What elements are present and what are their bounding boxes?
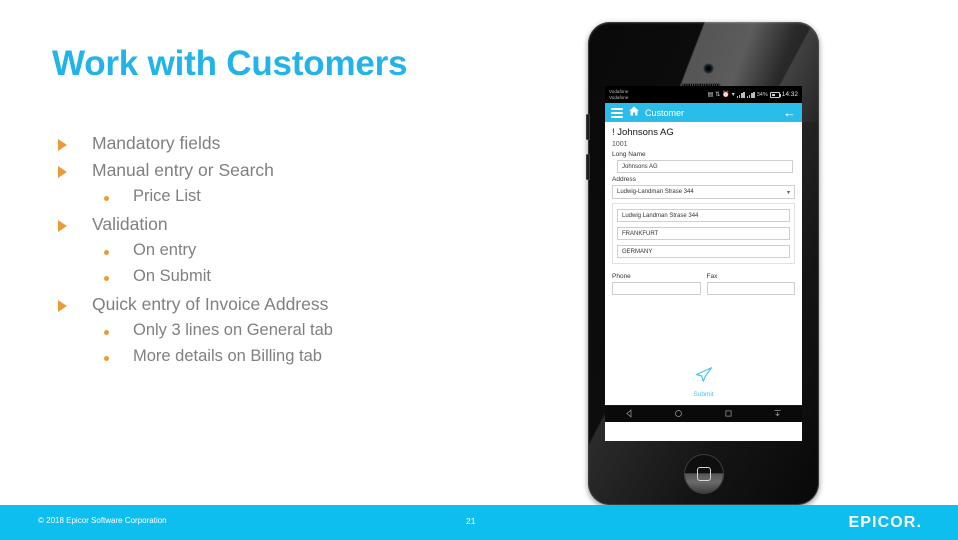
phone-mockup: Vodafone Vodafone ▤ ⇅ ⏰ ▾ 34% 14:32 Cust… xyxy=(586,22,819,505)
list-item: Price List xyxy=(52,187,552,206)
slide: Work with Customers Mandatory fields Man… xyxy=(0,0,958,540)
list-item: Manual entry or Search xyxy=(52,160,552,181)
epicor-logo-dot: . xyxy=(916,514,922,531)
list-item-label: Price List xyxy=(133,187,201,206)
status-indicators: ▤ ⇅ ⏰ ▾ 34% 14:32 xyxy=(708,91,798,98)
app-bar: Customer ← xyxy=(605,103,802,122)
wifi-icon: ▾ xyxy=(731,92,735,98)
signal-bars-2-icon xyxy=(746,91,755,98)
alarm-icon: ⏰ xyxy=(722,92,730,98)
phone-screen: Vodafone Vodafone ▤ ⇅ ⏰ ▾ 34% 14:32 Cust… xyxy=(605,86,802,441)
bullet-list: Mandatory fields Manual entry or Search … xyxy=(52,133,552,374)
triangle-bullet-icon xyxy=(58,139,67,151)
list-item-label: Quick entry of Invoice Address xyxy=(92,293,329,314)
nav-hide-keyboard-icon[interactable] xyxy=(773,405,782,423)
house-icon[interactable] xyxy=(628,104,640,122)
address-select[interactable]: Ludwig-Landman Strase 344 ▾ xyxy=(612,185,795,199)
address-select-value: Ludwig-Landman Strase 344 xyxy=(617,189,694,195)
submit-label: Submit xyxy=(693,391,714,398)
dot-bullet-icon xyxy=(104,276,109,282)
phone-input[interactable] xyxy=(612,282,701,295)
phone-fax-row: Phone Fax xyxy=(612,270,795,297)
list-item-label: Mandatory fields xyxy=(92,133,221,153)
nav-recents-icon[interactable] xyxy=(724,405,733,423)
hamburger-icon[interactable] xyxy=(611,107,623,118)
fax-label: Fax xyxy=(706,273,718,280)
list-item: On entry xyxy=(52,241,552,260)
phone-field-group: Phone xyxy=(612,270,701,297)
paper-plane-icon xyxy=(695,367,712,382)
footer-bar: © 2018 Epicor Software Corporation 21 EP… xyxy=(0,505,958,540)
dot-bullet-icon xyxy=(104,249,109,255)
list-item-label: More details on Billing tab xyxy=(133,347,322,366)
volume-down-button[interactable] xyxy=(586,154,590,180)
long-name-label: Long Name xyxy=(612,151,646,158)
address-lines-group: Ludwig Landman Strase 344 FRANKFURT GERM… xyxy=(612,203,795,264)
list-item: More details on Billing tab xyxy=(52,347,552,366)
fax-field-group: Fax xyxy=(706,270,795,297)
epicor-logo: EPICOR. xyxy=(849,514,923,532)
address-label: Address xyxy=(612,176,636,183)
clock-label: 14:32 xyxy=(781,91,798,98)
android-nav-bar xyxy=(605,405,802,422)
list-item-label: Manual entry or Search xyxy=(92,160,274,181)
sim-icon: ▤ xyxy=(707,92,714,98)
back-arrow-icon[interactable]: ← xyxy=(783,106,796,119)
home-square-icon xyxy=(696,467,711,481)
list-item-label: On Submit xyxy=(133,267,211,286)
triangle-bullet-icon xyxy=(58,219,67,232)
nav-home-icon[interactable] xyxy=(674,405,683,423)
epicor-logo-text: EPICOR xyxy=(848,514,917,531)
battery-percent-label: 34% xyxy=(756,91,768,98)
customer-id-label: 1001 xyxy=(612,141,628,148)
copyright-label: © 2018 Epicor Software Corporation xyxy=(38,516,167,525)
triangle-bullet-icon xyxy=(58,299,67,312)
signal-bars-1-icon xyxy=(736,91,745,98)
page-title: Work with Customers xyxy=(52,44,408,83)
usb-icon: ⇅ xyxy=(715,92,721,98)
list-item: Validation xyxy=(52,214,552,235)
address-line2-input[interactable]: FRANKFURT xyxy=(617,227,790,240)
dot-bullet-icon xyxy=(104,329,109,335)
battery-icon xyxy=(769,91,782,98)
customer-form: ! Johnsons AG 1001 Long Name Johnsons AG… xyxy=(605,122,802,405)
carrier-label: Vodafone Vodafone xyxy=(609,88,629,100)
list-item-label: On entry xyxy=(133,240,197,259)
home-button[interactable] xyxy=(683,454,724,494)
volume-up-button[interactable] xyxy=(586,114,590,140)
list-item: On Submit xyxy=(52,267,552,286)
list-item: Only 3 lines on General tab xyxy=(52,321,552,340)
page-number: 21 xyxy=(466,516,476,526)
address-line3-input[interactable]: GERMANY xyxy=(617,245,790,258)
list-item-label: Validation xyxy=(92,213,168,234)
front-camera-icon xyxy=(705,65,712,72)
list-item: Mandatory fields xyxy=(52,133,552,154)
long-name-input[interactable]: Johnsons AG xyxy=(617,160,793,173)
address-line1-input[interactable]: Ludwig Landman Strase 344 xyxy=(617,209,790,222)
dot-bullet-icon xyxy=(104,196,109,202)
triangle-bullet-icon xyxy=(58,166,67,179)
dot-bullet-icon xyxy=(104,356,109,362)
customer-name-heading: ! Johnsons AG xyxy=(612,127,674,138)
list-item: Quick entry of Invoice Address xyxy=(52,294,552,315)
status-bar: Vodafone Vodafone ▤ ⇅ ⏰ ▾ 34% 14:32 xyxy=(605,86,802,103)
chevron-down-icon: ▾ xyxy=(786,189,790,196)
phone-label: Phone xyxy=(612,273,631,280)
list-item-label: Only 3 lines on General tab xyxy=(133,320,333,339)
app-bar-title: Customer xyxy=(645,107,685,118)
nav-back-icon[interactable] xyxy=(625,405,634,423)
fax-input[interactable] xyxy=(706,282,795,295)
submit-button[interactable]: Submit xyxy=(605,367,802,401)
